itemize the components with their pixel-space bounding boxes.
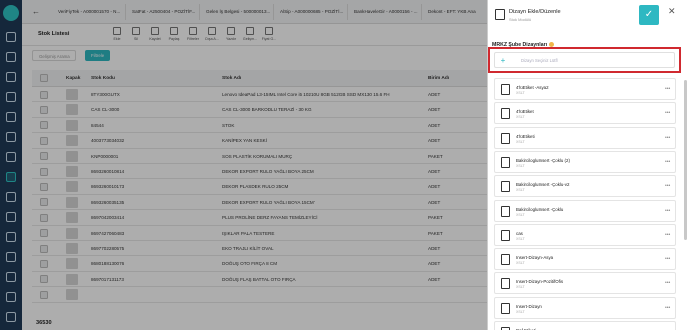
add-design-field[interactable]: + Dizayn Seçiniz Lütfl xyxy=(494,52,675,68)
design-name: 4'lüEtiketi xyxy=(516,133,535,139)
panel-subtitle: Stok Modülü xyxy=(509,17,532,22)
design-name: Insert-Dizayn-Asya xyxy=(516,255,554,261)
design-type: XSLT xyxy=(516,212,525,217)
document-icon xyxy=(495,9,505,20)
design-type: XSLT xyxy=(516,261,525,266)
design-list-item[interactable]: 4'lüEtiket -Asya2 XSLT ••• xyxy=(494,78,676,100)
design-name: BakircilogluInsert -Çoklu (2) xyxy=(516,157,570,163)
design-name: BakircilogluInsert -Çoklu-v2 xyxy=(516,182,570,188)
design-list-item[interactable]: Insert-Dizayn XSLT ••• xyxy=(494,296,676,319)
design-list-item[interactable]: 4'lüEtiketi XSLT ••• xyxy=(494,126,676,149)
design-list-item[interactable]: BakircilogluInsert -Çoklu-v2 XSLT ••• xyxy=(494,175,676,198)
more-options-icon[interactable]: ••• xyxy=(665,256,670,262)
design-type: XSLT xyxy=(516,309,525,314)
design-type: XSLT xyxy=(516,163,525,168)
more-options-icon[interactable]: ••• xyxy=(665,208,670,214)
design-name: cas xyxy=(516,230,523,236)
add-design-highlight: + Dizayn Seçiniz Lütfl xyxy=(488,47,681,73)
modal-backdrop[interactable] xyxy=(0,0,487,330)
design-type: XSLT xyxy=(516,139,525,144)
design-type: XSLT xyxy=(516,91,525,95)
design-list-item[interactable]: Insert-Dizayn-PozitifOfis XSLT ••• xyxy=(494,272,676,295)
panel-title: Dizayn Ekle/Düzenle xyxy=(509,9,561,15)
design-name: Insert-Dizayn xyxy=(516,303,542,309)
close-icon[interactable]: ✕ xyxy=(668,6,676,17)
design-name: Insert-Dizayn-PozitifOfis xyxy=(516,279,564,285)
design-list-item[interactable]: BakircilogluInsert -Çoklu XSLT ••• xyxy=(494,199,676,222)
scrollbar[interactable] xyxy=(684,80,687,240)
design-list-item[interactable]: cas XSLT ••• xyxy=(494,223,676,246)
document-icon xyxy=(501,278,510,290)
design-type: XSLT xyxy=(516,115,525,120)
confirm-button[interactable]: ✓ xyxy=(639,5,659,25)
document-icon xyxy=(501,132,510,144)
more-options-icon[interactable]: ••• xyxy=(665,183,670,189)
document-icon xyxy=(501,156,510,168)
document-icon xyxy=(501,84,510,95)
more-options-icon[interactable]: ••• xyxy=(665,135,670,141)
more-options-icon[interactable]: ••• xyxy=(665,232,670,238)
design-list-item[interactable]: Insert-Dizayn-Asya XSLT ••• xyxy=(494,248,676,271)
more-options-icon[interactable]: ••• xyxy=(665,86,670,92)
design-list-item[interactable]: 4'lüEtiket XSLT ••• xyxy=(494,102,676,125)
design-type: XSLT xyxy=(516,188,525,193)
more-options-icon[interactable]: ••• xyxy=(665,305,670,311)
design-panel: Dizayn Ekle/Düzenle Stok Modülü ✓ ✕ MRKZ… xyxy=(487,0,690,330)
document-icon xyxy=(501,229,510,241)
plus-icon[interactable]: + xyxy=(498,56,508,65)
document-icon xyxy=(501,254,510,266)
add-design-placeholder: Dizayn Seçiniz Lütfl xyxy=(521,58,558,63)
more-options-icon[interactable]: ••• xyxy=(665,159,670,165)
more-options-icon[interactable]: ••• xyxy=(665,110,670,116)
document-icon xyxy=(501,181,510,193)
design-name: 4'lüEtiket -Asya2 xyxy=(516,85,549,90)
design-type: XSLT xyxy=(516,236,525,241)
document-icon xyxy=(501,302,510,314)
document-icon xyxy=(501,205,510,217)
design-type: XSLT xyxy=(516,285,525,290)
check-icon: ✓ xyxy=(644,9,654,20)
design-name: BakircilogluInsert -Çoklu xyxy=(516,206,564,212)
design-list-item[interactable]: Raf Etiketi-XSLT••• xyxy=(494,321,676,330)
document-icon xyxy=(501,108,510,120)
design-name: 4'lüEtiket xyxy=(516,109,534,115)
design-list-item[interactable]: BakircilogluInsert -Çoklu (2) XSLT ••• xyxy=(494,150,676,173)
more-options-icon[interactable]: ••• xyxy=(665,280,670,286)
